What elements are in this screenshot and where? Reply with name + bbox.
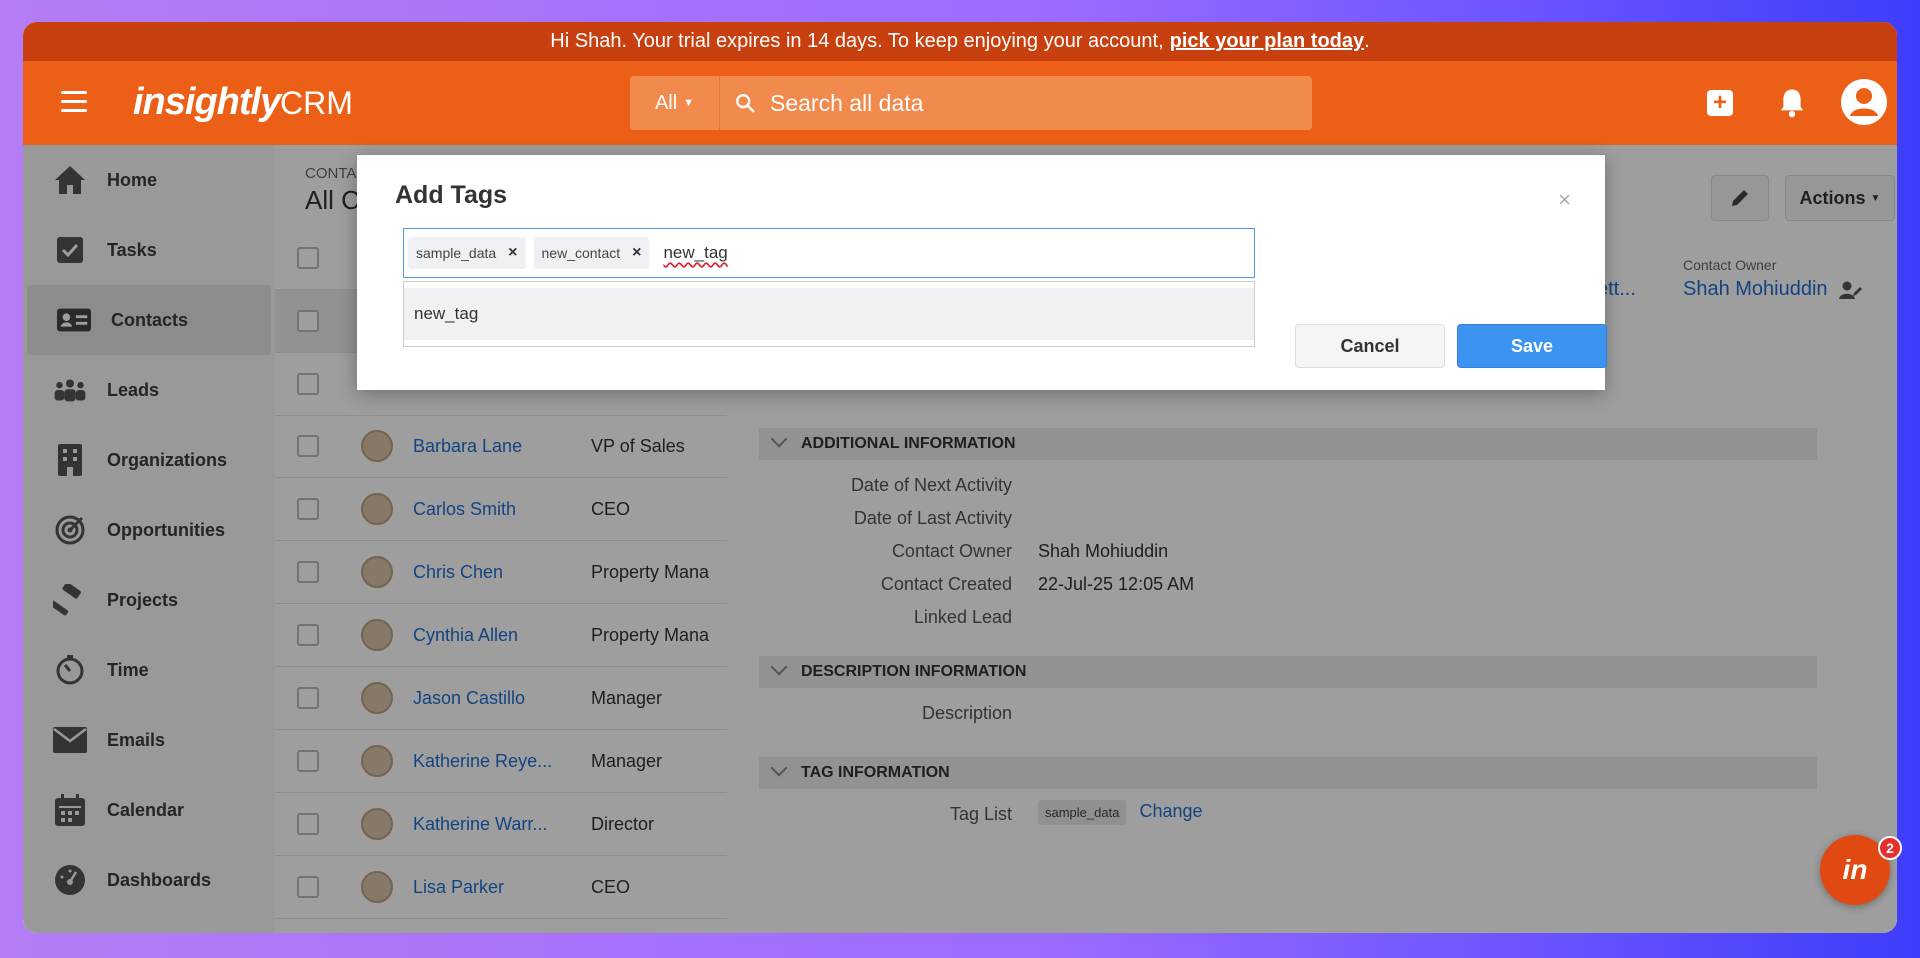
- remove-tag-icon[interactable]: ×: [632, 244, 641, 262]
- bell-icon[interactable]: [1777, 87, 1807, 119]
- menu-icon[interactable]: [61, 91, 87, 113]
- search-icon: [736, 94, 755, 113]
- tag-suggestions-dropdown: new_tag: [403, 281, 1255, 347]
- tag-token: new_contact ×: [533, 237, 650, 269]
- dialog-title: Add Tags: [395, 181, 508, 209]
- search-bar[interactable]: All ▼ Search all data: [630, 76, 1312, 130]
- product-name: CRM: [280, 85, 353, 121]
- trial-banner: Hi Shah. Your trial expires in 14 days. …: [23, 22, 1897, 61]
- remove-tag-icon[interactable]: ×: [508, 244, 517, 262]
- top-header: insightly CRM All ▼ Search all data +: [23, 61, 1897, 145]
- tag-input-field[interactable]: sample_data × new_contact × new_tag: [403, 228, 1255, 278]
- tag-token: sample_data ×: [408, 237, 526, 269]
- tag-token-label: new_contact: [541, 245, 621, 261]
- trial-text: Hi Shah. Your trial expires in 14 days. …: [550, 30, 1164, 52]
- add-tags-dialog: Add Tags × sample_data × new_contact × n…: [357, 155, 1607, 390]
- app-window: Hi Shah. Your trial expires in 14 days. …: [23, 22, 1897, 933]
- close-icon[interactable]: ×: [1558, 187, 1571, 213]
- tag-suggestion-item[interactable]: new_tag: [404, 288, 1254, 340]
- save-button[interactable]: Save: [1457, 324, 1607, 368]
- logo[interactable]: insightly: [133, 81, 281, 124]
- notification-badge: 2: [1878, 836, 1902, 860]
- user-icon[interactable]: [1841, 79, 1887, 125]
- tag-token-label: sample_data: [416, 245, 497, 261]
- search-scope-label: All: [654, 91, 678, 114]
- add-icon[interactable]: +: [1707, 90, 1733, 116]
- pick-plan-link[interactable]: pick your plan today: [1170, 30, 1364, 53]
- tag-typed-text[interactable]: new_tag: [663, 243, 727, 263]
- cancel-button[interactable]: Cancel: [1295, 324, 1445, 368]
- search-input[interactable]: Search all data: [770, 90, 923, 117]
- trial-end: .: [1364, 30, 1370, 52]
- search-scope-dropdown[interactable]: All ▼: [630, 76, 720, 130]
- caret-down-icon: ▼: [683, 97, 695, 109]
